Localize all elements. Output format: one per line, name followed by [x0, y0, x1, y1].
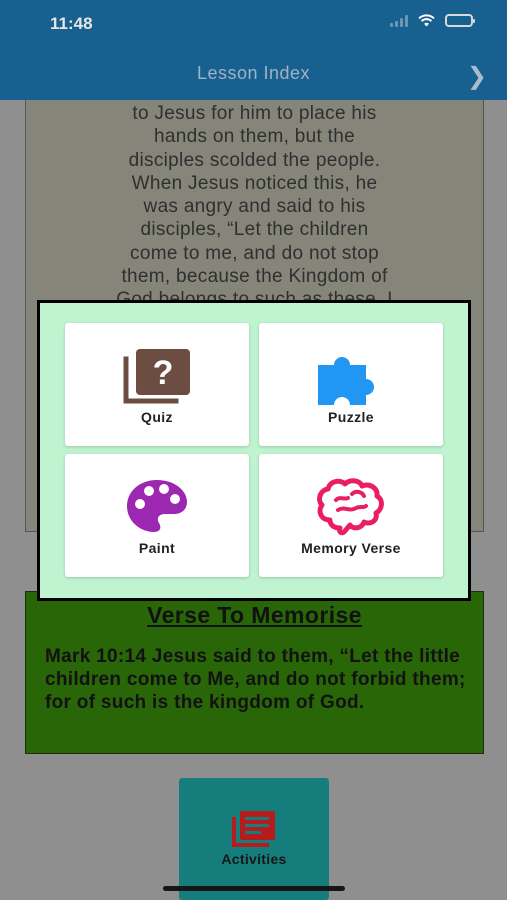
- status-icons: [390, 14, 475, 27]
- memory-verse-box: Verse To Memorise Mark 10:14 Jesus said …: [25, 591, 484, 754]
- app-header: 11:48 Lesson Index ❯: [0, 0, 507, 100]
- memory-verse-label: Memory Verse: [301, 540, 401, 556]
- quiz-label: Quiz: [141, 409, 173, 425]
- memory-verse-button[interactable]: Memory Verse: [259, 454, 443, 577]
- activity-menu-modal: ? Quiz Puzzle Paint Memory Verse: [37, 300, 471, 601]
- lesson-line: disciples scolded the people.: [128, 149, 381, 171]
- cellular-signal-icon: [390, 14, 408, 27]
- puzzle-icon: [318, 357, 374, 405]
- status-time: 11:48: [50, 14, 93, 33]
- battery-icon: [445, 14, 475, 27]
- palette-icon: [127, 480, 187, 532]
- quiz-button[interactable]: ? Quiz: [65, 323, 249, 446]
- home-indicator[interactable]: [163, 886, 345, 891]
- wifi-icon: [418, 14, 435, 27]
- brain-icon: [317, 478, 384, 536]
- lesson-line: When Jesus noticed this, he: [131, 172, 378, 194]
- lesson-line: them, because the Kingdom of: [121, 266, 388, 288]
- puzzle-label: Puzzle: [328, 409, 374, 425]
- paint-label: Paint: [138, 540, 176, 556]
- svg-text:?: ?: [153, 354, 174, 392]
- chevron-right-icon[interactable]: ❯: [467, 62, 487, 91]
- nav-title: Lesson Index: [196, 63, 311, 83]
- lesson-line: come to me, and do not stop: [130, 242, 379, 264]
- quiz-icon: ?: [123, 349, 190, 404]
- activities-icon: [232, 811, 275, 847]
- puzzle-button[interactable]: Puzzle: [259, 323, 443, 446]
- activities-button[interactable]: Activities: [179, 778, 329, 900]
- verse-text: Mark 10:14 Jesus said to them, “Let the …: [45, 646, 466, 713]
- activities-label: Activities: [221, 851, 287, 867]
- lesson-line: to Jesus for him to place his: [132, 103, 377, 124]
- lesson-line: was angry and said to his: [143, 196, 366, 218]
- lesson-text: to Jesus for him to place his hands on t…: [26, 102, 483, 312]
- paint-button[interactable]: Paint: [65, 454, 249, 577]
- lesson-line: disciples, “Let the children: [140, 219, 369, 241]
- verse-title: Verse To Memorise: [147, 602, 362, 628]
- lesson-line: hands on them, but the: [154, 126, 355, 148]
